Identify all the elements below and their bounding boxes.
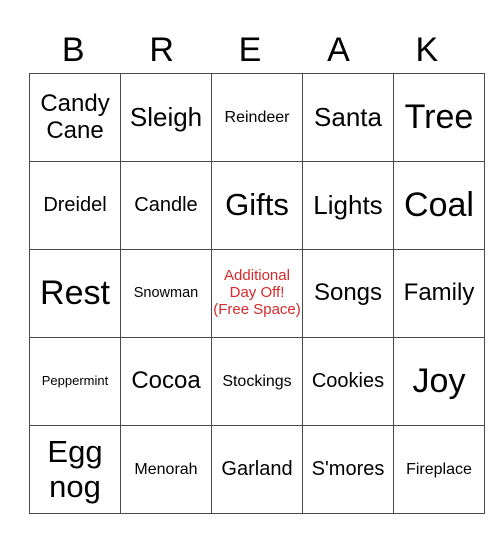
bingo-cell[interactable]: Joy (393, 337, 485, 426)
free-space-cell[interactable]: Additional Day Off! (Free Space) (211, 249, 303, 338)
bingo-cell[interactable]: Cookies (302, 337, 394, 426)
bingo-cell[interactable]: Tree (393, 73, 485, 162)
bingo-cell[interactable]: Gifts (211, 161, 303, 250)
bingo-card: Candy Cane Sleigh Reindeer Santa Tree Dr… (29, 73, 485, 514)
bingo-cell[interactable]: Peppermint (29, 337, 121, 426)
header-letter-k: K (415, 31, 439, 69)
header-letter-r: R (149, 31, 174, 69)
header-letter-a: A (327, 31, 350, 69)
bingo-cell[interactable]: Reindeer (211, 73, 303, 162)
bingo-cell[interactable]: Songs (302, 249, 394, 338)
bingo-cell[interactable]: Cocoa (120, 337, 212, 426)
bingo-cell[interactable]: Sleigh (120, 73, 212, 162)
bingo-row: Peppermint Cocoa Stockings Cookies Joy (29, 337, 485, 426)
bingo-header: B R E A K (29, 28, 471, 73)
bingo-cell[interactable]: Fireplace (393, 425, 485, 514)
bingo-cell[interactable]: Santa (302, 73, 394, 162)
header-letter-e: E (238, 31, 262, 69)
bingo-row: Rest Snowman Additional Day Off! (Free S… (29, 249, 485, 338)
bingo-row: Candy Cane Sleigh Reindeer Santa Tree (29, 73, 485, 162)
bingo-cell[interactable]: Rest (29, 249, 121, 338)
bingo-cell[interactable]: Lights (302, 161, 394, 250)
header-letter-b: B (61, 31, 85, 69)
bingo-cell[interactable]: Candle (120, 161, 212, 250)
bingo-cell[interactable]: Snowman (120, 249, 212, 338)
bingo-cell[interactable]: Coal (393, 161, 485, 250)
bingo-cell[interactable]: Garland (211, 425, 303, 514)
bingo-cell[interactable]: Menorah (120, 425, 212, 514)
bingo-row: Dreidel Candle Gifts Lights Coal (29, 161, 485, 250)
bingo-cell[interactable]: Family (393, 249, 485, 338)
bingo-cell[interactable]: Egg nog (29, 425, 121, 514)
bingo-row: Egg nog Menorah Garland S'mores Fireplac… (29, 425, 485, 514)
bingo-cell[interactable]: S'mores (302, 425, 394, 514)
bingo-cell[interactable]: Stockings (211, 337, 303, 426)
bingo-cell[interactable]: Dreidel (29, 161, 121, 250)
bingo-cell[interactable]: Candy Cane (29, 73, 121, 162)
